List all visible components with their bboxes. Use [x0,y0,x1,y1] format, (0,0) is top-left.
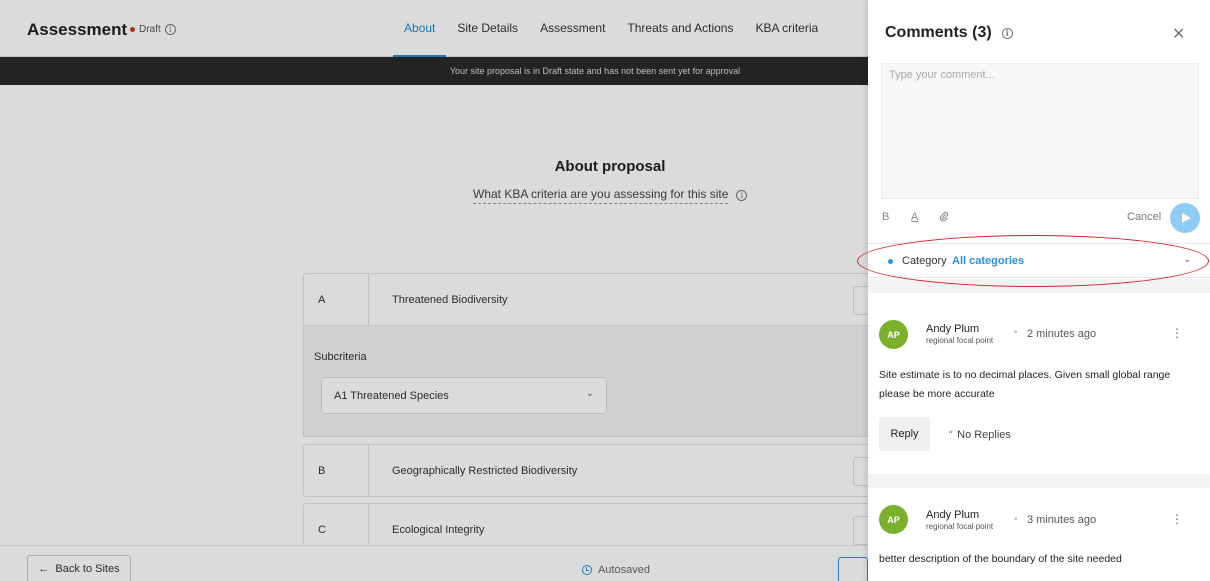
comment-item: AP Andy Plum regional focal point • 2 mi… [868,293,1210,474]
comment-composer [881,63,1199,199]
text-color-icon[interactable]: A [911,211,918,223]
replies-count[interactable]: “No Replies [948,429,1011,441]
comment-author: Andy Plum [926,509,980,521]
comments-title-text: Comments (3) [885,24,992,41]
comment-text: Site estimate is to no decimal places. G… [879,369,1171,400]
comments-title: Comments (3) i [885,24,1013,42]
replies-label: No Replies [957,429,1011,441]
modal-overlay[interactable] [0,0,868,581]
kebab-icon[interactable]: ⋮ [1171,326,1183,340]
section-divider [868,474,1210,488]
category-value: All categories [952,255,1025,267]
comment-item: AP Andy Plum regional focal point • 3 mi… [868,488,1210,581]
attach-icon[interactable] [939,211,949,225]
comment-input[interactable] [882,64,1198,198]
comment-text: better description of the boundary of th… [879,553,1122,565]
kebab-icon[interactable]: ⋮ [1171,512,1183,526]
close-icon[interactable]: ✕ [1172,24,1185,44]
comment-time: 2 minutes ago [1027,328,1097,340]
chevron-down-icon: ⌄ [1183,254,1192,265]
comment-role: regional focal point [926,522,994,531]
section-divider [868,279,1210,293]
cancel-button[interactable]: Cancel [1127,211,1161,223]
category-label: Category [902,255,947,267]
quote-icon: “ [948,430,954,441]
category-dot-icon [888,259,893,264]
composer-toolbar: B A Cancel [881,203,1203,233]
avatar: AP [879,320,908,349]
send-icon[interactable] [1170,203,1200,233]
reply-button[interactable]: Reply [879,417,930,451]
category-filter[interactable]: Category All categories ⌄ [868,243,1210,278]
bold-icon[interactable]: B [882,211,889,223]
info-icon[interactable]: i [1001,27,1013,39]
comments-panel: Comments (3) i ✕ B A Cancel Category All… [868,0,1210,581]
comment-author: Andy Plum [926,323,980,335]
avatar: AP [879,505,908,534]
comment-role: regional focal point [926,336,994,345]
comment-time: 3 minutes ago [1027,514,1097,526]
